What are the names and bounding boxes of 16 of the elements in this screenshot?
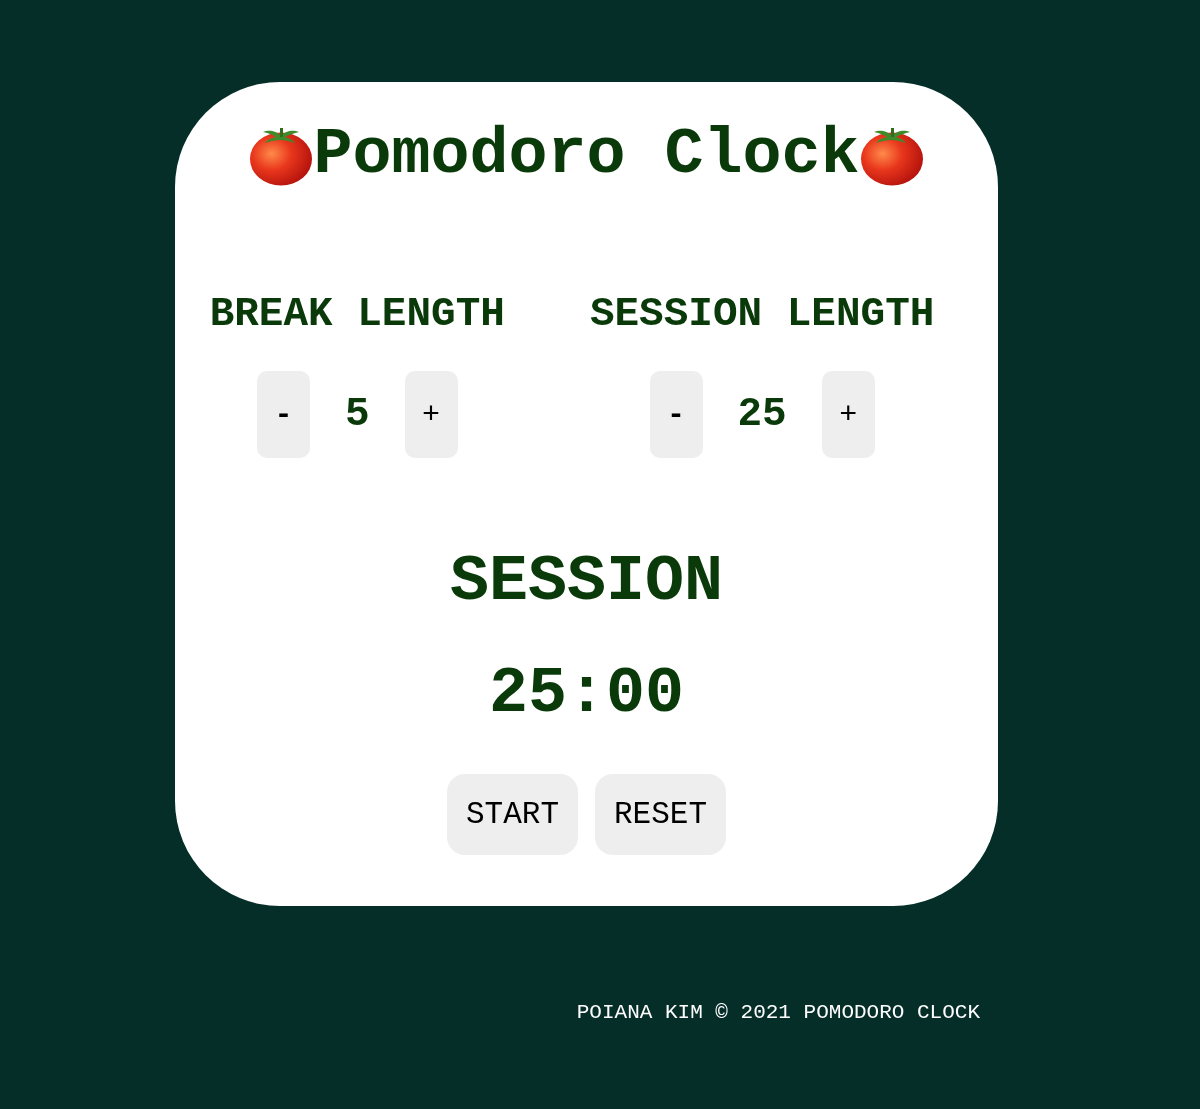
length-label: BREAK LENGTH (209, 294, 505, 335)
length-value: 5 (344, 394, 370, 435)
reset-button[interactable]: RESET (595, 774, 726, 855)
decrement-button[interactable]: - (256, 371, 310, 458)
length-label: SESSION LENGTH (589, 294, 935, 335)
app-title: Pomodoro Clock (313, 123, 860, 188)
footer-text: POIANA KIM © 2021 POMODORO CLOCK (576, 1001, 980, 1025)
length-value: 25 (737, 394, 787, 435)
tomato-icon (859, 125, 924, 186)
tomato-icon (249, 125, 314, 186)
timer-display: 25:00 (488, 662, 684, 726)
decrement-button[interactable]: - (649, 371, 703, 458)
timer-label: SESSION (449, 550, 723, 614)
start-button[interactable]: START (447, 774, 578, 855)
increment-button[interactable]: + (821, 371, 875, 458)
increment-button[interactable]: + (404, 371, 458, 458)
